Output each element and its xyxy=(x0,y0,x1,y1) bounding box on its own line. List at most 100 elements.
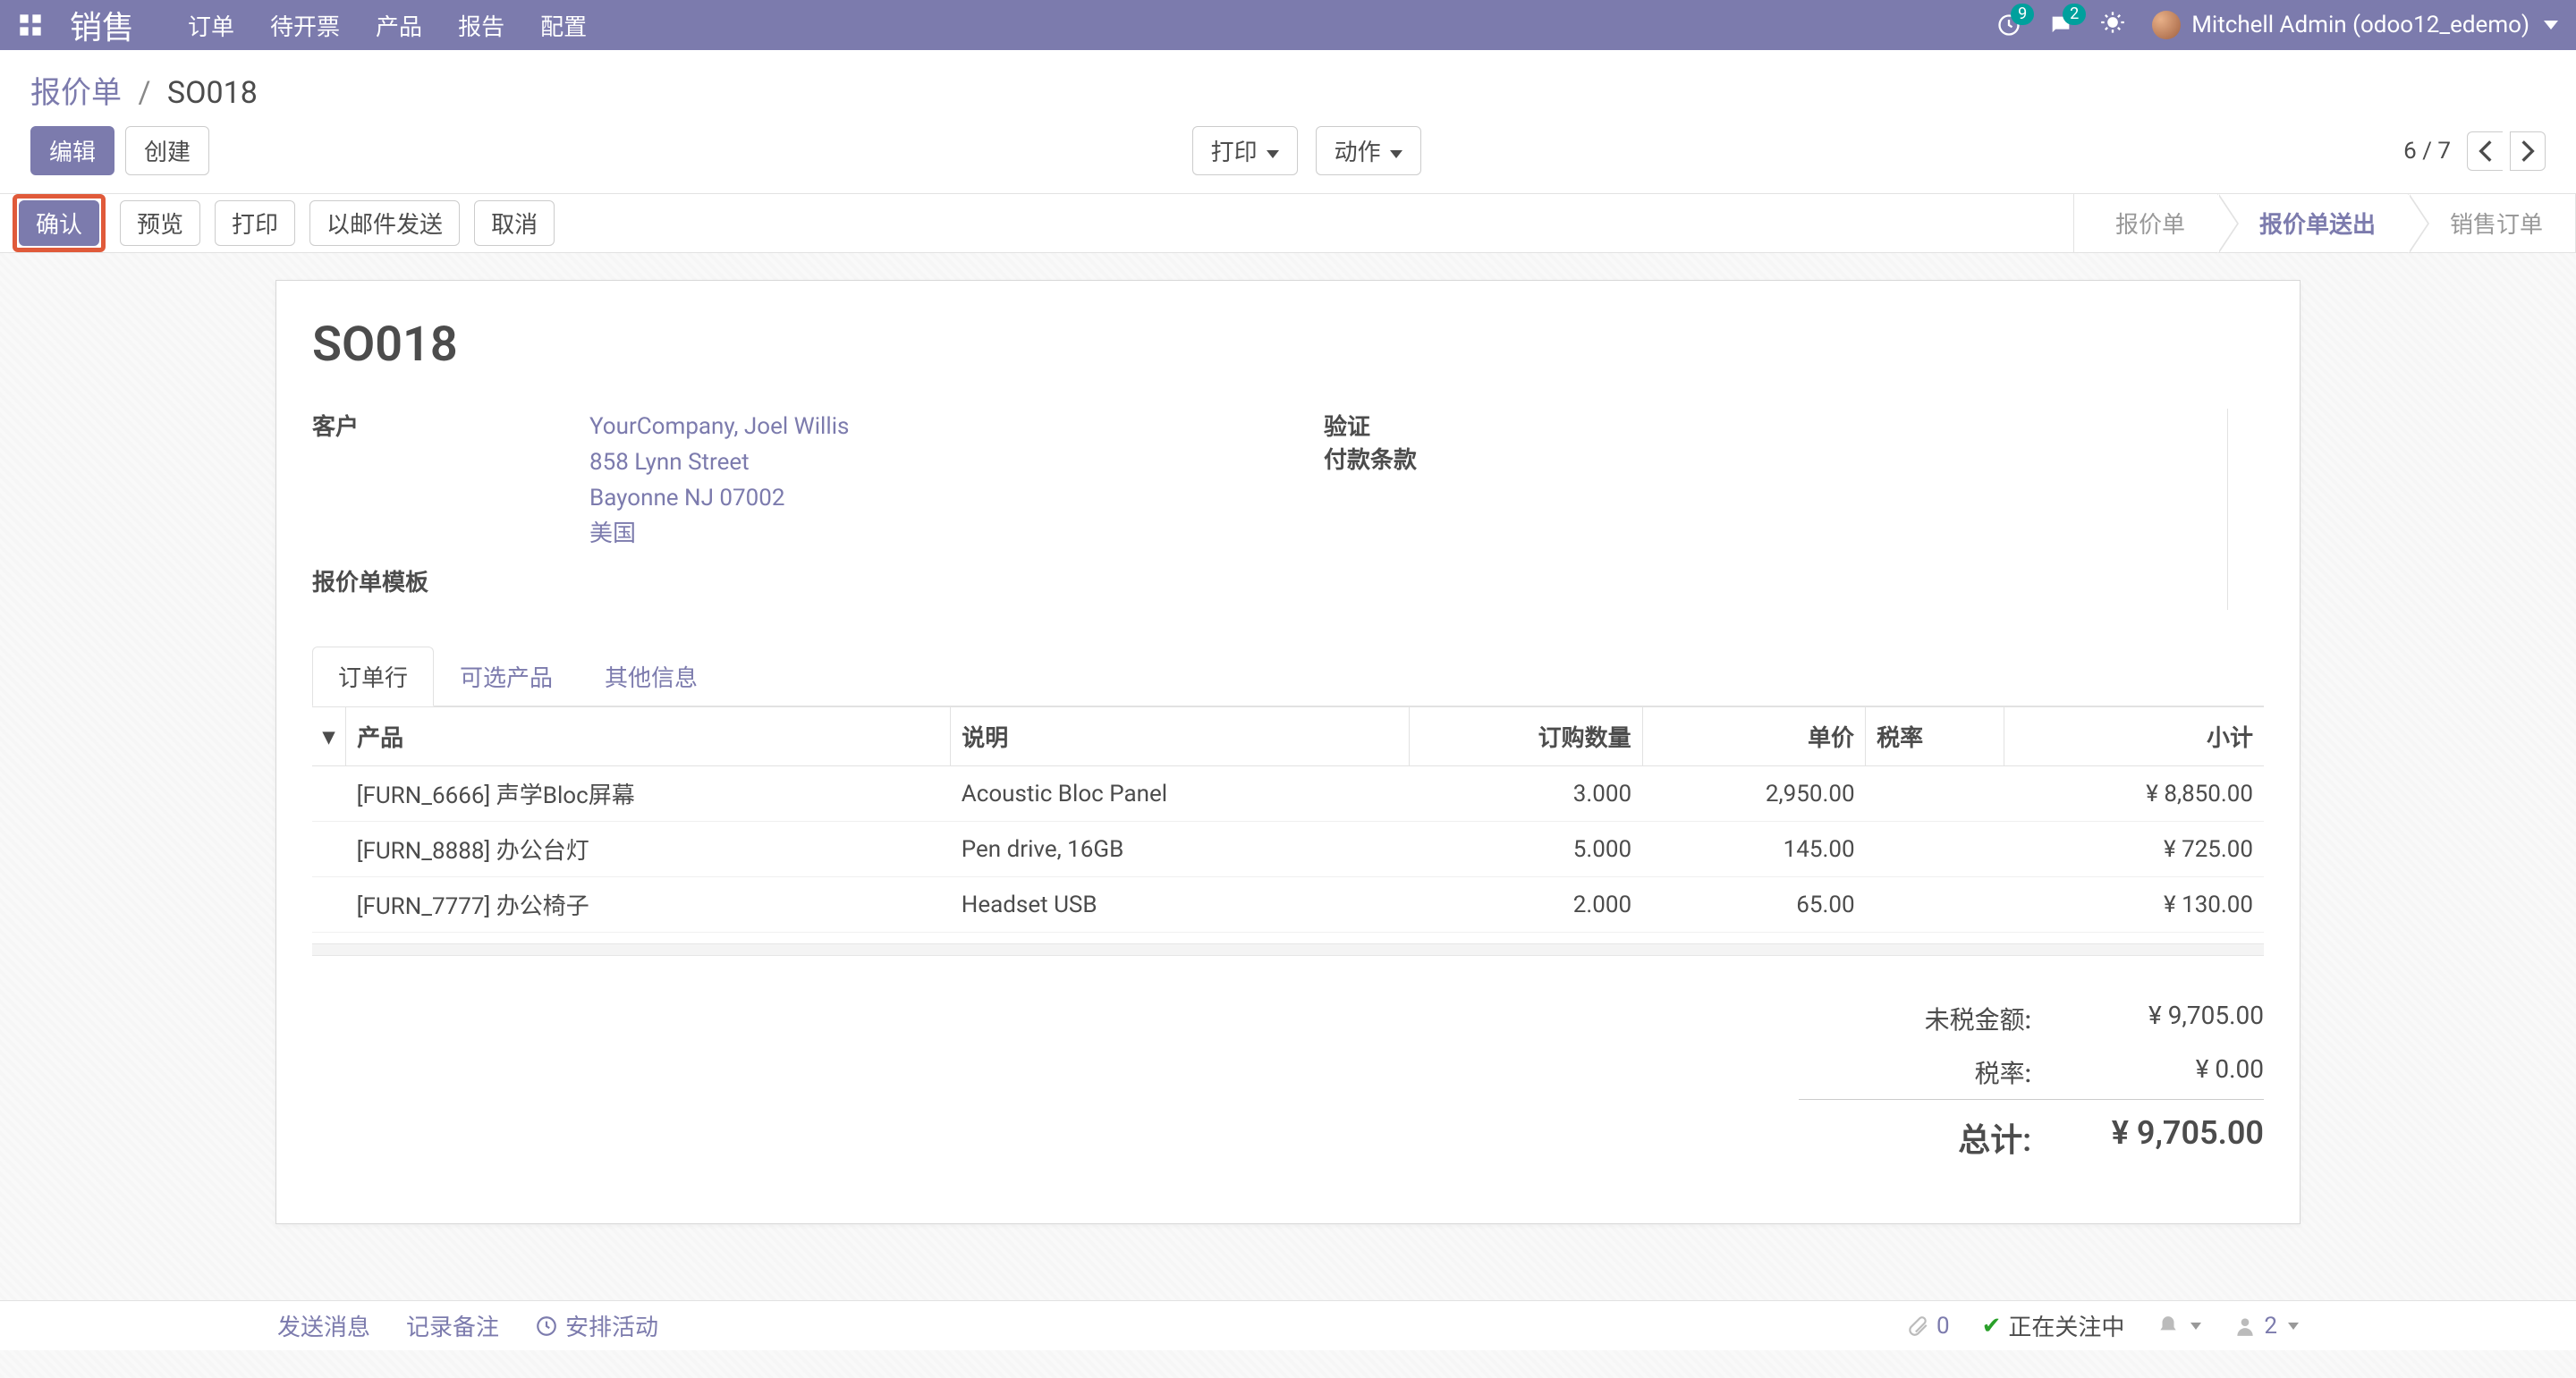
th-description[interactable]: 说明 xyxy=(951,707,1410,766)
print-dropdown[interactable]: 打印 xyxy=(1192,126,1298,175)
tab-order-lines[interactable]: 订单行 xyxy=(312,647,434,706)
pager-prev[interactable] xyxy=(2467,131,2503,171)
table-row[interactable]: [FURN_8888] 办公台灯Pen drive, 16GB5.000145.… xyxy=(312,822,2264,877)
th-qty[interactable]: 订购数量 xyxy=(1410,707,1642,766)
th-subtotal[interactable]: 小计 xyxy=(2004,707,2264,766)
check-icon: ✔ xyxy=(1982,1313,2002,1340)
send-message-button[interactable]: 发送消息 xyxy=(277,1309,370,1342)
attachment-icon[interactable]: 0 xyxy=(1906,1313,1950,1340)
totals-block: 未税金额: ¥ 9,705.00 税率: ¥ 0.00 总计: ¥ 9,705.… xyxy=(312,992,2264,1170)
debug-icon[interactable] xyxy=(2100,10,2125,41)
table-row[interactable]: [FURN_6666] 声学Bloc屏幕Acoustic Bloc Panel3… xyxy=(312,766,2264,822)
tax-label: 税率: xyxy=(1799,1054,2067,1090)
cell-product: [FURN_6666] 声学Bloc屏幕 xyxy=(346,766,951,822)
confirm-highlight: 确认 xyxy=(13,194,106,252)
following-label: 正在关注中 xyxy=(2008,1309,2124,1342)
nav-right: 9 2 Mitchell Admin (odoo12_edemo) xyxy=(1996,10,2558,41)
following-button[interactable]: ✔ 正在关注中 xyxy=(1982,1309,2125,1342)
pager-next[interactable] xyxy=(2510,131,2546,171)
cell-description: Acoustic Bloc Panel xyxy=(951,766,1410,822)
cell-description: Pen drive, 16GB xyxy=(951,822,1410,877)
nav-menu-report[interactable]: 报告 xyxy=(458,9,504,42)
preview-button[interactable]: 预览 xyxy=(120,200,200,246)
total-value: ¥ 9,705.00 xyxy=(2067,1114,2264,1161)
cell-subtotal: ¥ 8,850.00 xyxy=(2004,766,2264,822)
action-dropdown[interactable]: 动作 xyxy=(1316,126,1421,175)
log-note-button[interactable]: 记录备注 xyxy=(406,1309,499,1342)
table-toggle[interactable]: ▾ xyxy=(312,707,346,766)
cancel-button[interactable]: 取消 xyxy=(474,200,555,246)
schedule-activity-button[interactable]: 安排活动 xyxy=(535,1309,658,1342)
label-validation: 验证 xyxy=(1324,409,1431,442)
edit-button[interactable]: 编辑 xyxy=(30,126,114,175)
stage-quotation-sent[interactable]: 报价单送出 xyxy=(2218,194,2409,252)
pager-text[interactable]: 6 / 7 xyxy=(2403,138,2451,165)
breadcrumb-current: SO018 xyxy=(167,75,258,111)
label-payment-terms: 付款条款 xyxy=(1324,442,1431,475)
th-price[interactable]: 单价 xyxy=(1642,707,1865,766)
cell-product: [FURN_7777] 办公椅子 xyxy=(346,877,951,933)
messages-icon[interactable]: 2 xyxy=(2048,13,2073,38)
avatar xyxy=(2152,11,2181,39)
bell-icon[interactable] xyxy=(2157,1315,2201,1338)
breadcrumb-separator: / xyxy=(138,75,150,111)
print-button[interactable]: 打印 xyxy=(215,200,295,246)
form-sheet: SO018 客户 YourCompany, Joel Willis 858 Ly… xyxy=(275,280,2301,1224)
content-wrap: SO018 客户 YourCompany, Joel Willis 858 Ly… xyxy=(0,253,2576,1378)
user-name: Mitchell Admin (odoo12_edemo) xyxy=(2191,12,2529,38)
tax-value: ¥ 0.00 xyxy=(2067,1054,2264,1090)
nav-menu-config[interactable]: 配置 xyxy=(540,9,587,42)
breadcrumb-root[interactable]: 报价单 xyxy=(30,75,122,111)
control-panel: 报价单 / SO018 编辑 创建 打印 动作 6 / 7 xyxy=(0,50,2576,194)
chatter-bar: 发送消息 记录备注 安排活动 0 ✔ 正在关注中 2 xyxy=(0,1300,2576,1350)
cell-tax xyxy=(1866,822,2004,877)
nav-menu-products[interactable]: 产品 xyxy=(376,9,422,42)
cell-qty: 2.000 xyxy=(1410,877,1642,933)
th-product[interactable]: 产品 xyxy=(346,707,951,766)
cell-price: 145.00 xyxy=(1642,822,1865,877)
customer-line2: 858 Lynn Street xyxy=(589,444,849,480)
cell-tax xyxy=(1866,877,2004,933)
label-quote-template: 报价单模板 xyxy=(312,564,589,597)
cell-subtotal: ¥ 130.00 xyxy=(2004,877,2264,933)
nav-menu-orders[interactable]: 订单 xyxy=(188,9,234,42)
schedule-activity-label: 安排活动 xyxy=(565,1309,658,1342)
customer-line3: Bayonne NJ 07002 xyxy=(589,480,849,516)
status-stages: 报价单 报价单送出 销售订单 xyxy=(2073,194,2576,252)
app-brand[interactable]: 销售 xyxy=(70,2,134,48)
top-navbar: 销售 订单 待开票 产品 报告 配置 9 2 Mitchell Admin (o… xyxy=(0,0,2576,50)
cell-description: Headset USB xyxy=(951,877,1410,933)
table-row[interactable]: [FURN_7777] 办公椅子Headset USB2.00065.00 ¥ 1… xyxy=(312,877,2264,933)
followers-count: 2 xyxy=(2264,1313,2277,1340)
customer-line1: YourCompany, Joel Willis xyxy=(589,409,849,444)
messages-badge: 2 xyxy=(2063,4,2086,25)
customer-line4: 美国 xyxy=(589,516,849,552)
cell-qty: 3.000 xyxy=(1410,766,1642,822)
page-title: SO018 xyxy=(312,317,2264,373)
activities-badge: 9 xyxy=(2011,4,2034,25)
cell-product: [FURN_8888] 办公台灯 xyxy=(346,822,951,877)
send-email-button[interactable]: 以邮件发送 xyxy=(309,200,460,246)
activities-icon[interactable]: 9 xyxy=(1996,13,2021,38)
customer-address[interactable]: YourCompany, Joel Willis 858 Lynn Street… xyxy=(589,409,849,552)
nav-menu-toinvoice[interactable]: 待开票 xyxy=(270,9,340,42)
untaxed-label: 未税金额: xyxy=(1799,1001,2067,1036)
followers-icon[interactable]: 2 xyxy=(2233,1313,2299,1340)
caret-down-icon xyxy=(2288,1323,2299,1330)
stage-quotation[interactable]: 报价单 xyxy=(2074,194,2218,252)
cell-price: 2,950.00 xyxy=(1642,766,1865,822)
order-lines-table: ▾ 产品 说明 订购数量 单价 税率 小计 [FURN_6666] 声学Bloc… xyxy=(312,706,2264,933)
tab-other-info[interactable]: 其他信息 xyxy=(579,647,724,706)
user-menu[interactable]: Mitchell Admin (odoo12_edemo) xyxy=(2152,11,2558,39)
create-button[interactable]: 创建 xyxy=(125,126,209,175)
cell-price: 65.00 xyxy=(1642,877,1865,933)
th-tax[interactable]: 税率 xyxy=(1866,707,2004,766)
cell-subtotal: ¥ 725.00 xyxy=(2004,822,2264,877)
confirm-button[interactable]: 确认 xyxy=(19,200,99,246)
stage-sales-order[interactable]: 销售订单 xyxy=(2409,194,2576,252)
total-label: 总计: xyxy=(1799,1114,2067,1161)
vertical-divider xyxy=(2227,409,2228,610)
totals-divider xyxy=(312,943,2264,956)
apps-icon[interactable] xyxy=(18,13,43,38)
tab-optional-products[interactable]: 可选产品 xyxy=(434,647,579,706)
